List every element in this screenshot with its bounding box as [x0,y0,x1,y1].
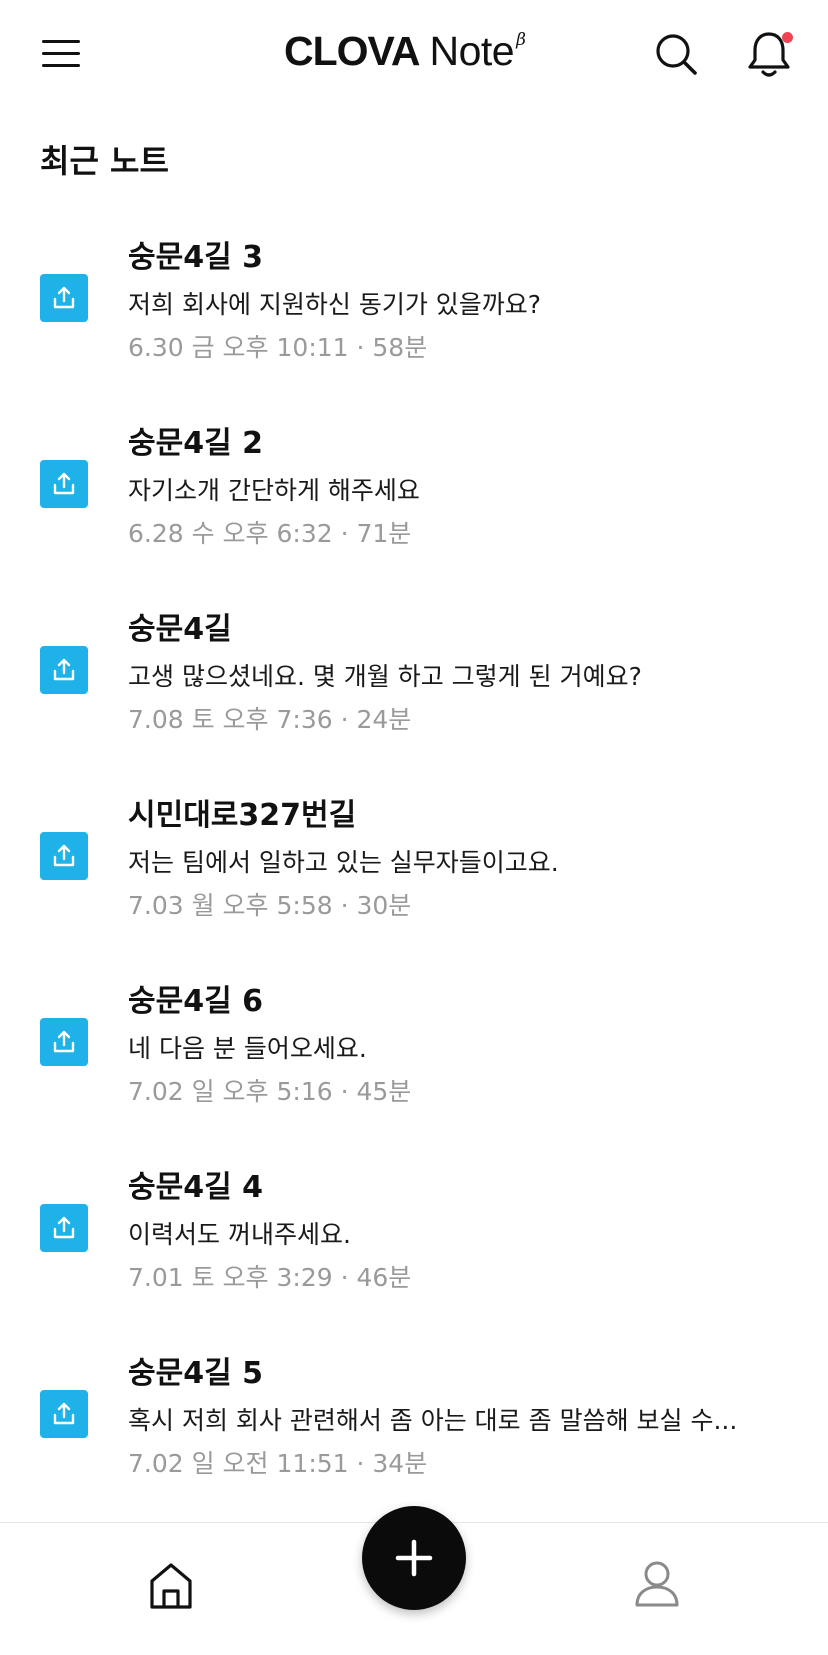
note-item[interactable]: 숭문4길 고생 많으셨네요. 몇 개월 하고 그렇게 된 거예요? 7.08 토… [0,594,828,780]
add-note-button[interactable] [362,1506,466,1610]
upload-icon [40,274,88,322]
notification-badge [782,32,793,43]
note-preview: 이력서도 꺼내주세요. [128,1220,351,1249]
section-title: 최근 노트 [40,142,169,180]
note-item[interactable]: 숭문4길 6 네 다음 분 들어오세요. 7.02 일 오후 5:16 · 45… [0,966,828,1152]
top-app-bar: CLOVA Note β [0,0,828,110]
note-preview: 자기소개 간단하게 해주세요 [128,476,420,505]
note-title: 숭문4길 3 [128,240,263,275]
upload-icon [40,646,88,694]
note-item[interactable]: 숭문4길 5 혹시 저희 회사 관련해서 좀 아는 대로 좀 말씀해 보실 수.… [0,1338,828,1524]
note-preview: 네 다음 분 들어오세요. [128,1034,367,1063]
upload-icon [40,1018,88,1066]
note-item[interactable]: 숭문4길 3 저희 회사에 지원하신 동기가 있을까요? 6.30 금 오후 1… [0,222,828,408]
hamburger-menu-icon[interactable] [42,36,80,70]
note-preview: 고생 많으셨네요. 몇 개월 하고 그렇게 된 거예요? [128,662,642,691]
search-button[interactable] [652,30,700,78]
upload-icon [40,832,88,880]
note-title: 숭문4길 2 [128,426,263,461]
note-meta: 7.08 토 오후 7:36 · 24분 [128,705,412,734]
plus-icon [395,1539,433,1577]
note-meta: 7.01 토 오후 3:29 · 46분 [128,1263,412,1292]
note-title: 숭문4길 6 [128,984,263,1019]
upload-icon [40,1204,88,1252]
user-icon [635,1561,679,1607]
note-item[interactable]: 시민대로327번길 저는 팀에서 일하고 있는 실무자들이고요. 7.03 월 … [0,780,828,966]
logo-secondary-text: Note [429,28,515,74]
logo-primary-text: CLOVA [284,28,420,74]
note-title: 숭문4길 4 [128,1170,263,1205]
home-tab[interactable] [148,1561,194,1611]
note-preview: 저희 회사에 지원하신 동기가 있을까요? [128,290,542,319]
app-logo: CLOVA Note β [284,28,526,78]
home-icon [150,1563,192,1609]
note-preview: 저는 팀에서 일하고 있는 실무자들이고요. [128,848,559,877]
recent-notes-list: 숭문4길 3 저희 회사에 지원하신 동기가 있을까요? 6.30 금 오후 1… [0,222,828,1524]
upload-icon [40,460,88,508]
note-preview: 혹시 저희 회사 관련해서 좀 아는 대로 좀 말씀해 보실 수... [128,1406,738,1435]
profile-tab[interactable] [634,1559,680,1609]
upload-icon [40,1390,88,1438]
note-meta: 6.30 금 오후 10:11 · 58분 [128,333,428,362]
note-item[interactable]: 숭문4길 4 이력서도 꺼내주세요. 7.01 토 오후 3:29 · 46분 [0,1152,828,1338]
logo-beta-mark: β [516,30,526,50]
note-meta: 7.03 월 오후 5:58 · 30분 [128,891,412,920]
note-title: 숭문4길 5 [128,1356,263,1391]
note-title: 숭문4길 [128,612,232,647]
note-item[interactable]: 숭문4길 2 자기소개 간단하게 해주세요 6.28 수 오후 6:32 · 7… [0,408,828,594]
note-meta: 7.02 일 오후 5:16 · 45분 [128,1077,412,1106]
note-meta: 7.02 일 오전 11:51 · 34분 [128,1449,428,1478]
note-title: 시민대로327번길 [128,798,357,833]
note-meta: 6.28 수 오후 6:32 · 71분 [128,519,412,548]
search-icon [656,34,697,75]
